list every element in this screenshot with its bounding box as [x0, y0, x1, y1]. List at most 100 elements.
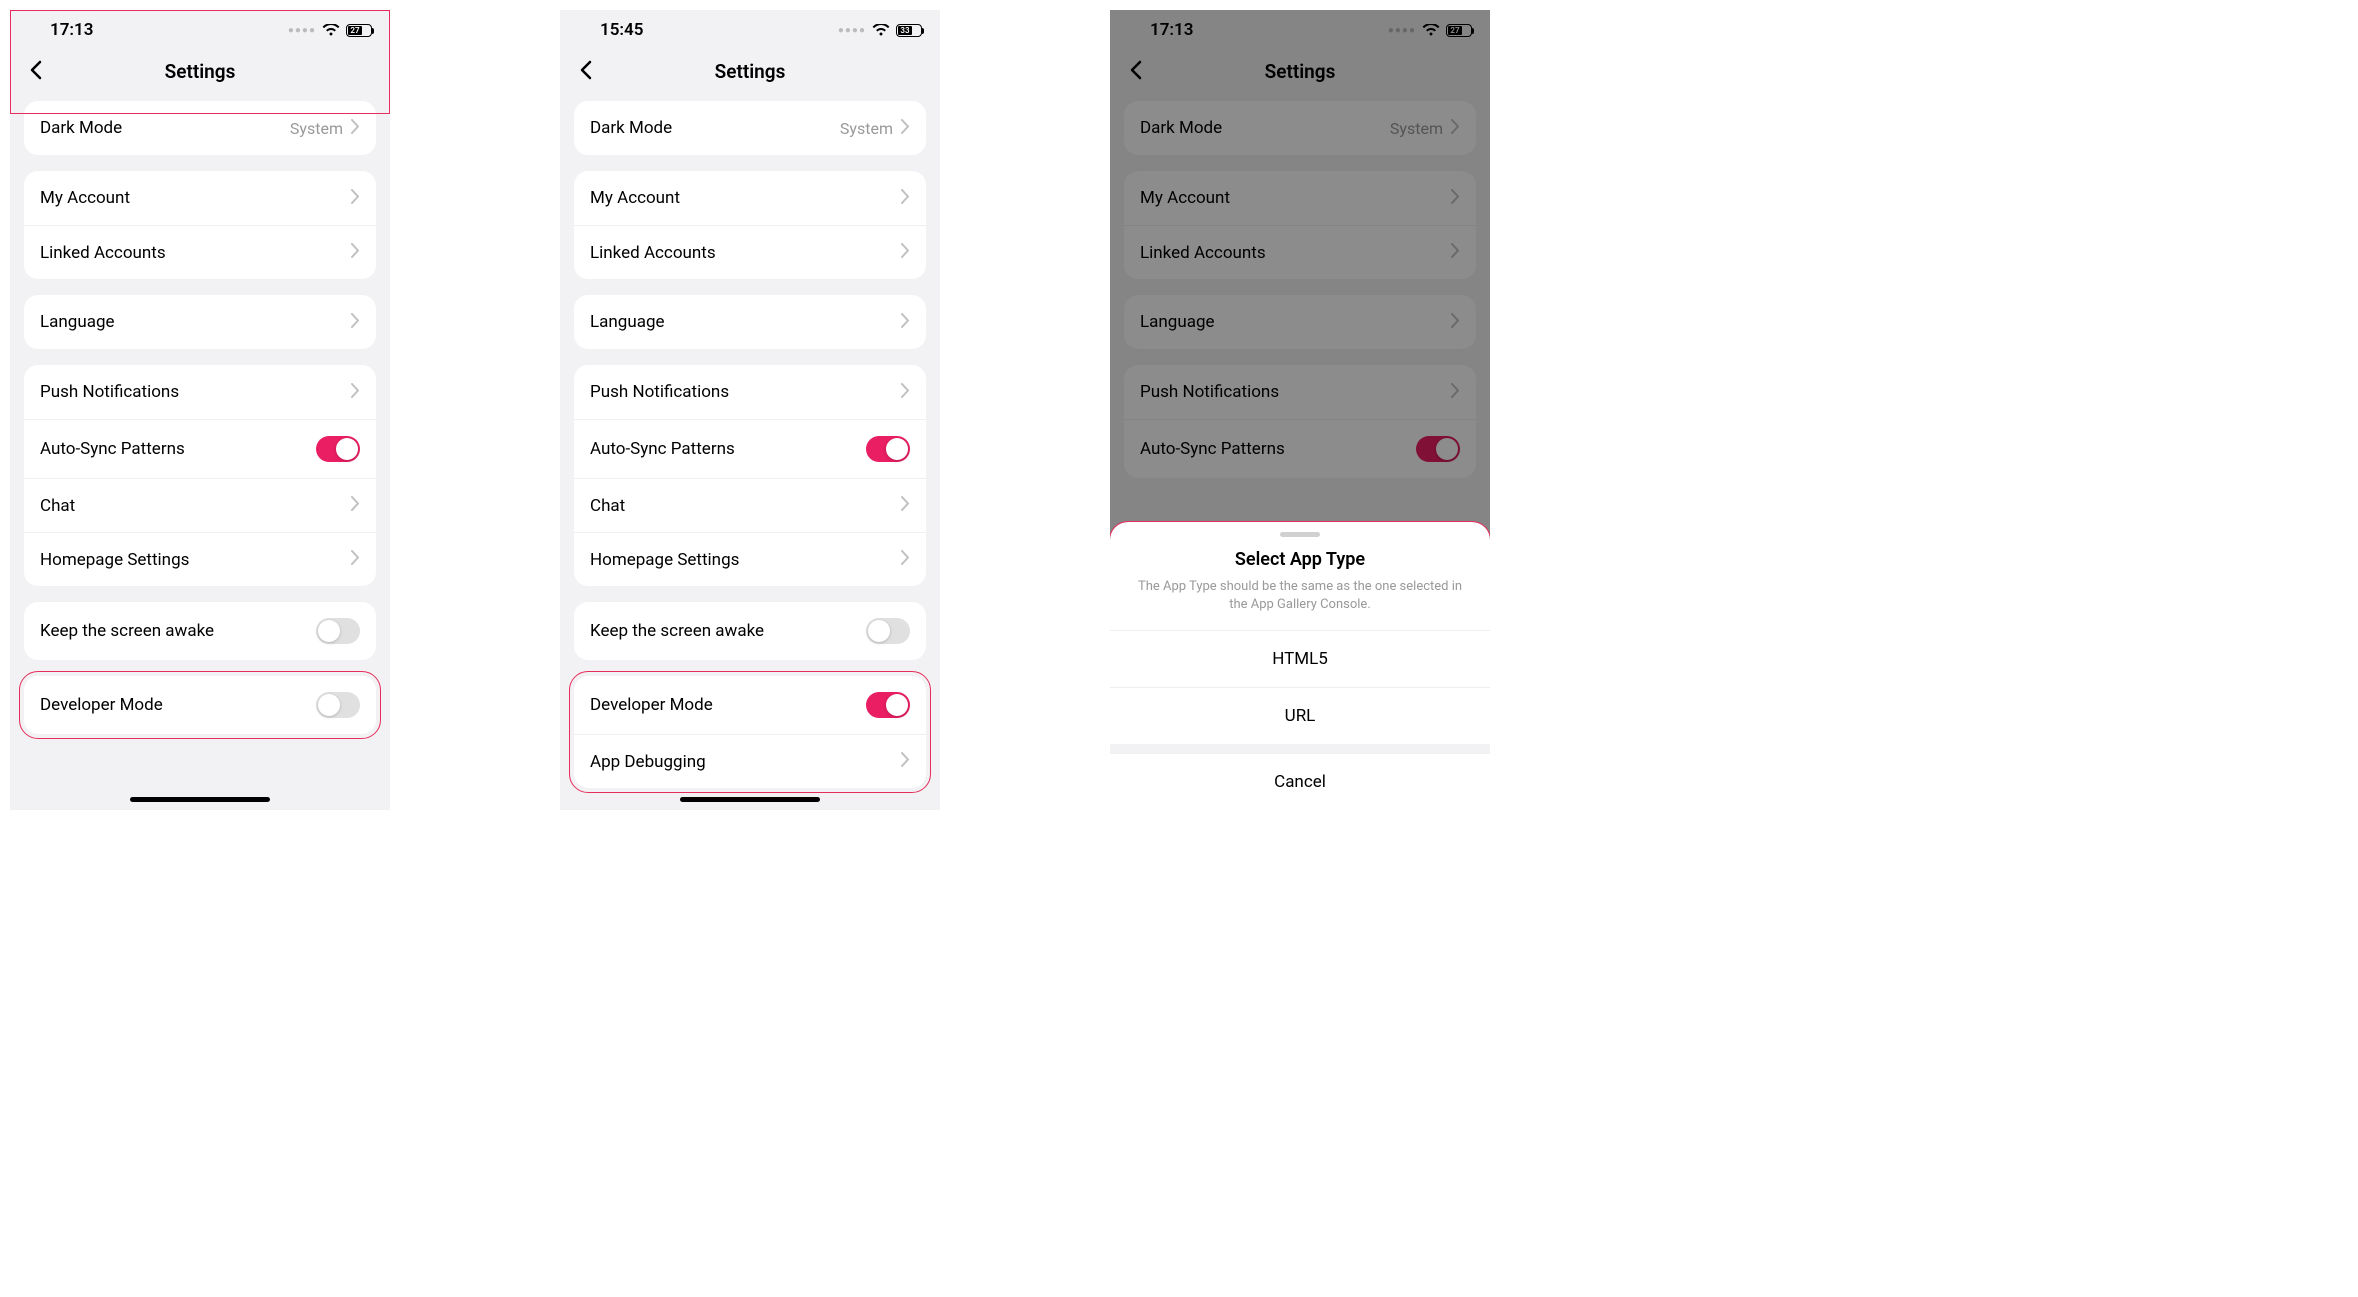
- toggle-knob: [318, 620, 340, 642]
- settings-row[interactable]: Dark ModeSystem: [574, 101, 926, 155]
- toggle-knob: [886, 694, 908, 716]
- settings-row[interactable]: Push Notifications: [574, 365, 926, 419]
- row-right: [901, 751, 910, 772]
- signal-dots-icon: ●●●●: [838, 25, 866, 36]
- settings-section: Push Notifications Auto-Sync Patterns Chat…: [24, 365, 376, 586]
- status-bar: 15:45●●●●33: [560, 10, 940, 48]
- back-button[interactable]: [578, 58, 592, 86]
- row-right: [901, 242, 910, 263]
- home-indicator[interactable]: [130, 797, 270, 802]
- row-value: System: [290, 119, 343, 138]
- page-title: Settings: [578, 60, 922, 83]
- settings-row[interactable]: Developer Mode: [24, 676, 376, 734]
- chevron-right-icon: [351, 549, 360, 570]
- settings-section: Push Notifications Auto-Sync Patterns Chat…: [574, 365, 926, 586]
- toggle-switch[interactable]: [316, 436, 360, 462]
- row-right: [866, 618, 910, 644]
- row-right: [866, 692, 910, 718]
- sheet-handle[interactable]: [1280, 532, 1320, 537]
- settings-row[interactable]: Chat: [574, 478, 926, 532]
- phone-screen-1: 15:45●●●●33SettingsDark ModeSystemMy Acc…: [560, 10, 940, 810]
- row-label: Language: [40, 312, 115, 332]
- settings-section: Keep the screen awake: [574, 602, 926, 660]
- row-label: Chat: [40, 496, 75, 516]
- sheet-title: Select App Type: [1110, 549, 1490, 570]
- settings-row[interactable]: Chat: [24, 478, 376, 532]
- phone-screen-0: 17:13●●●●27SettingsDark ModeSystemMy Acc…: [10, 10, 390, 810]
- chevron-right-icon: [351, 188, 360, 209]
- sheet-option[interactable]: URL: [1110, 687, 1490, 744]
- signal-dots-icon: ●●●●: [288, 25, 316, 36]
- wifi-icon: [322, 24, 340, 37]
- chevron-right-icon: [901, 188, 910, 209]
- battery-icon: 33: [896, 24, 922, 37]
- row-right: [316, 692, 360, 718]
- row-right: [901, 188, 910, 209]
- settings-row[interactable]: Homepage Settings: [574, 532, 926, 586]
- settings-row[interactable]: My Account: [574, 171, 926, 225]
- chevron-right-icon: [901, 751, 910, 772]
- wifi-icon: [872, 24, 890, 37]
- settings-row[interactable]: Push Notifications: [24, 365, 376, 419]
- sheet-option[interactable]: HTML5: [1110, 630, 1490, 687]
- row-right: System: [290, 118, 360, 139]
- settings-section: My Account Linked Accounts: [24, 171, 376, 279]
- row-label: Dark Mode: [40, 118, 122, 138]
- row-label: Linked Accounts: [40, 243, 166, 263]
- toggle-switch[interactable]: [316, 618, 360, 644]
- page-title: Settings: [28, 60, 372, 83]
- battery-level: 33: [898, 26, 912, 35]
- settings-row[interactable]: Language: [24, 295, 376, 349]
- chevron-right-icon: [351, 312, 360, 333]
- row-label: Push Notifications: [40, 382, 179, 402]
- settings-row[interactable]: Auto-Sync Patterns: [574, 419, 926, 478]
- sheet-subtitle: The App Type should be the same as the o…: [1110, 578, 1490, 630]
- action-sheet: Select App Type The App Type should be th…: [1110, 522, 1490, 810]
- chevron-right-icon: [901, 118, 910, 139]
- toggle-switch[interactable]: [866, 618, 910, 644]
- settings-row[interactable]: Auto-Sync Patterns: [24, 419, 376, 478]
- settings-row[interactable]: App Debugging: [574, 734, 926, 788]
- sheet-cancel-button[interactable]: Cancel: [1110, 744, 1490, 810]
- row-label: Homepage Settings: [40, 550, 189, 570]
- toggle-switch[interactable]: [316, 692, 360, 718]
- settings-row[interactable]: Homepage Settings: [24, 532, 376, 586]
- row-right: [351, 382, 360, 403]
- settings-row[interactable]: Dark Mode System: [24, 101, 376, 155]
- row-label: Auto-Sync Patterns: [590, 439, 735, 459]
- row-label: My Account: [40, 188, 130, 208]
- settings-row[interactable]: Linked Accounts: [24, 225, 376, 279]
- settings-row[interactable]: Developer Mode: [574, 676, 926, 734]
- chevron-right-icon: [901, 242, 910, 263]
- chevron-right-icon: [351, 495, 360, 516]
- row-right: [901, 495, 910, 516]
- chevron-right-icon: [351, 242, 360, 263]
- row-label: Language: [590, 312, 665, 332]
- chevron-right-icon: [351, 382, 360, 403]
- nav-bar: Settings: [10, 48, 390, 101]
- settings-row[interactable]: My Account: [24, 171, 376, 225]
- settings-row[interactable]: Keep the screen awake: [574, 602, 926, 660]
- settings-row[interactable]: Linked Accounts: [574, 225, 926, 279]
- row-label: Dark Mode: [590, 118, 672, 138]
- toggle-switch[interactable]: [866, 692, 910, 718]
- chevron-right-icon: [351, 118, 360, 139]
- chevron-right-icon: [901, 312, 910, 333]
- back-button[interactable]: [28, 58, 42, 86]
- row-label: Auto-Sync Patterns: [40, 439, 185, 459]
- settings-section: Language: [24, 295, 376, 349]
- row-label: Developer Mode: [590, 695, 713, 715]
- toggle-knob: [318, 694, 340, 716]
- chevron-right-icon: [901, 495, 910, 516]
- settings-row[interactable]: Keep the screen awake: [24, 602, 376, 660]
- settings-row[interactable]: Language: [574, 295, 926, 349]
- row-right: [901, 382, 910, 403]
- row-right: [316, 436, 360, 462]
- toggle-switch[interactable]: [866, 436, 910, 462]
- toggle-knob: [886, 438, 908, 460]
- status-right: ●●●●27: [288, 24, 372, 37]
- home-indicator[interactable]: [680, 797, 820, 802]
- settings-section: Developer Mode App Debugging: [574, 676, 926, 788]
- row-right: [351, 242, 360, 263]
- row-right: [866, 436, 910, 462]
